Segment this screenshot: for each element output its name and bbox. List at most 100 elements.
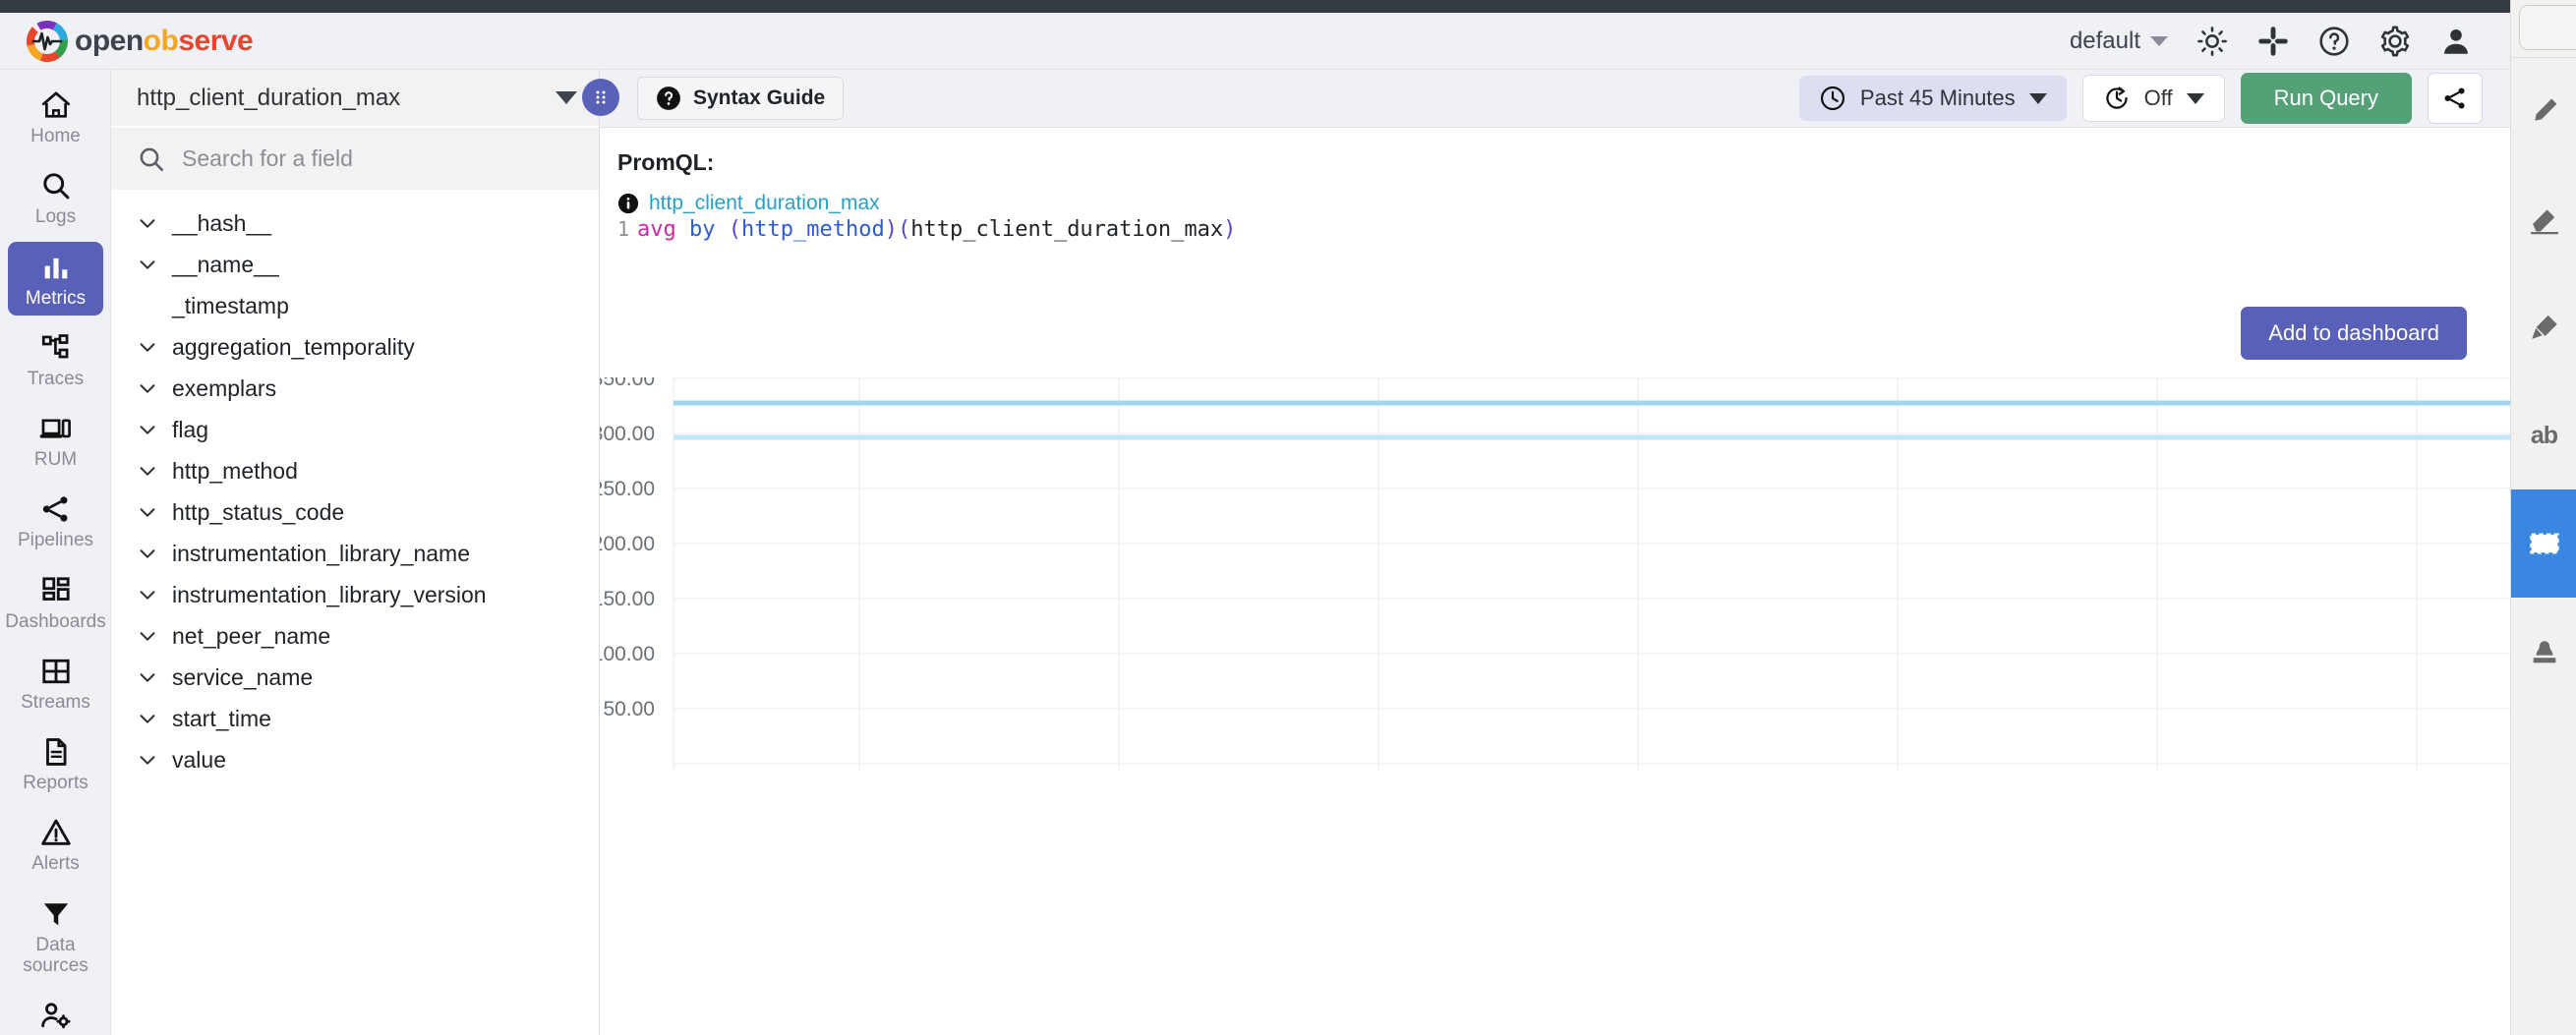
token-paren-close-1: ) bbox=[884, 217, 898, 242]
sidebar-item-home[interactable]: Home bbox=[8, 80, 103, 153]
chevron-down-icon bbox=[140, 426, 155, 434]
drag-dots-glyph bbox=[596, 90, 606, 104]
sidebar-item-reports[interactable]: Reports bbox=[8, 726, 103, 800]
sidebar-item-label: Metrics bbox=[25, 287, 87, 309]
field-row[interactable]: net_peer_name bbox=[111, 615, 599, 657]
share-button[interactable] bbox=[2428, 73, 2483, 124]
sidebar-item-label: Pipelines bbox=[17, 530, 94, 551]
field-row[interactable]: http_status_code bbox=[111, 491, 599, 533]
field-label: http_status_code bbox=[172, 498, 345, 525]
field-label: start_time bbox=[172, 705, 271, 731]
run-query-button[interactable]: Run Query bbox=[2240, 73, 2412, 124]
highlighter-icon bbox=[2531, 315, 2557, 339]
devices-icon bbox=[39, 419, 71, 438]
fields-panel: http_client_duration_max __hash__ __name… bbox=[111, 70, 600, 1035]
org-selector[interactable]: default bbox=[2070, 28, 2168, 55]
annotation-tool-text[interactable]: ab bbox=[2511, 381, 2576, 489]
help-circle-icon[interactable] bbox=[2317, 25, 2351, 58]
add-to-dashboard-button[interactable]: Add to dashboard bbox=[2241, 307, 2467, 360]
field-label: __name__ bbox=[172, 251, 279, 277]
info-icon bbox=[617, 193, 639, 214]
sidebar-item-metrics[interactable]: Metrics bbox=[8, 241, 103, 316]
token-paren-open-2: ( bbox=[898, 217, 911, 242]
y-tick-label: 100.00 bbox=[600, 643, 655, 665]
query-toolbar-right: Past 45 Minutes Off Run Query bbox=[1798, 73, 2483, 124]
field-row[interactable]: value bbox=[111, 739, 599, 780]
annotation-top-button[interactable] bbox=[2519, 5, 2576, 50]
sidebar-item-dashboards[interactable]: Dashboards bbox=[5, 565, 106, 639]
field-row[interactable]: exemplars bbox=[111, 368, 599, 409]
time-range-selector[interactable]: Past 45 Minutes bbox=[1798, 76, 2067, 121]
chevron-down-icon bbox=[140, 591, 155, 600]
sidebar-item-traces[interactable]: Traces bbox=[8, 322, 103, 396]
slack-icon[interactable] bbox=[2256, 25, 2290, 58]
field-list: __hash__ __name__ _timestamp aggregation… bbox=[111, 190, 599, 780]
chevron-down-icon bbox=[140, 260, 155, 269]
field-row[interactable]: service_name bbox=[111, 657, 599, 698]
sidebar-item-label: Reports bbox=[23, 773, 88, 794]
field-row[interactable]: __hash__ bbox=[111, 202, 599, 244]
sidebar-item-label: Alerts bbox=[31, 853, 80, 875]
time-range-value: Past 45 Minutes bbox=[1859, 86, 2016, 110]
chevron-down-icon bbox=[2150, 35, 2168, 46]
field-row[interactable]: http_method bbox=[111, 450, 599, 491]
field-row[interactable]: _timestamp bbox=[111, 285, 599, 326]
field-label: net_peer_name bbox=[172, 622, 331, 649]
metrics-chart[interactable]: 350.00 300.00 250.00 200.00 150.00 100.0… bbox=[600, 377, 2510, 1006]
promql-code-line[interactable]: 1 avg by (http_method)(http_client_durati… bbox=[617, 217, 2510, 242]
sidebar-item-iam[interactable]: IAM bbox=[8, 990, 103, 1035]
sidebar-item-label: Traces bbox=[27, 368, 85, 389]
annotation-tool-stamp[interactable] bbox=[2511, 598, 2576, 706]
field-label: instrumentation_library_version bbox=[172, 581, 487, 607]
warning-icon bbox=[40, 820, 71, 846]
left-sidebar: Home Logs Metrics Traces RUM Pipelines D… bbox=[0, 70, 111, 1035]
y-tick-label: 150.00 bbox=[600, 588, 655, 610]
field-row[interactable]: __name__ bbox=[111, 244, 599, 285]
field-row[interactable]: start_time bbox=[111, 698, 599, 739]
sidebar-item-label: Streams bbox=[21, 691, 90, 713]
sidebar-item-rum[interactable]: RUM bbox=[8, 403, 103, 477]
annotation-tool-highlighter[interactable] bbox=[2511, 273, 2576, 381]
gear-icon[interactable] bbox=[2378, 25, 2412, 58]
token-metric-name: http_client_duration_max bbox=[910, 217, 1224, 242]
annotation-tool-eraser[interactable] bbox=[2511, 165, 2576, 273]
field-search-row bbox=[111, 128, 599, 190]
syntax-guide-button[interactable]: Syntax Guide bbox=[637, 77, 845, 120]
window-top-strip bbox=[0, 0, 2510, 13]
sidebar-item-logs[interactable]: Logs bbox=[8, 160, 103, 234]
field-row[interactable]: instrumentation_library_name bbox=[111, 533, 599, 574]
sidebar-item-alerts[interactable]: Alerts bbox=[8, 807, 103, 881]
field-label: flag bbox=[172, 416, 209, 442]
app-logo[interactable]: openobserve bbox=[26, 20, 254, 63]
logo-text-open: open bbox=[75, 24, 144, 57]
org-name-label: default bbox=[2069, 27, 2140, 54]
refresh-interval-selector[interactable]: Off bbox=[2081, 75, 2225, 122]
token-by: by bbox=[689, 217, 716, 242]
app-root: openobserve default Home Logs Metrics Tr… bbox=[0, 0, 2576, 1035]
annotation-tool-select[interactable] bbox=[2511, 489, 2576, 598]
search-input[interactable] bbox=[182, 145, 573, 172]
token-paren-open-1: ( bbox=[728, 217, 742, 242]
token-paren-close-2: ) bbox=[1223, 217, 1237, 242]
sidebar-item-data-sources[interactable]: Data sources bbox=[8, 889, 103, 984]
eraser-icon bbox=[2530, 209, 2558, 235]
field-label: service_name bbox=[172, 663, 314, 690]
field-row[interactable]: aggregation_temporality bbox=[111, 326, 599, 368]
traces-icon bbox=[41, 333, 68, 359]
annotation-toolbar: ab bbox=[2510, 0, 2576, 1035]
promql-editor[interactable]: PromQL: http_client_duration_max 1 avg by… bbox=[600, 128, 2510, 303]
theme-sun-icon[interactable] bbox=[2195, 25, 2229, 58]
field-row[interactable]: instrumentation_library_version bbox=[111, 574, 599, 615]
bar-chart-icon bbox=[44, 258, 67, 278]
user-avatar-icon[interactable] bbox=[2439, 25, 2473, 58]
metric-selector[interactable]: http_client_duration_max bbox=[111, 70, 599, 128]
drag-dots-icon[interactable] bbox=[582, 79, 619, 116]
text-ab-icon: ab bbox=[2530, 421, 2558, 449]
query-toolbar: Syntax Guide Past 45 Minutes Off Run Que… bbox=[582, 70, 2510, 128]
sidebar-item-pipelines[interactable]: Pipelines bbox=[8, 484, 103, 557]
annotation-tool-pen[interactable] bbox=[2511, 57, 2576, 165]
sidebar-item-streams[interactable]: Streams bbox=[8, 646, 103, 719]
y-tick-label: 50.00 bbox=[603, 698, 655, 720]
promql-label: PromQL: bbox=[617, 149, 715, 175]
field-row[interactable]: flag bbox=[111, 409, 599, 450]
